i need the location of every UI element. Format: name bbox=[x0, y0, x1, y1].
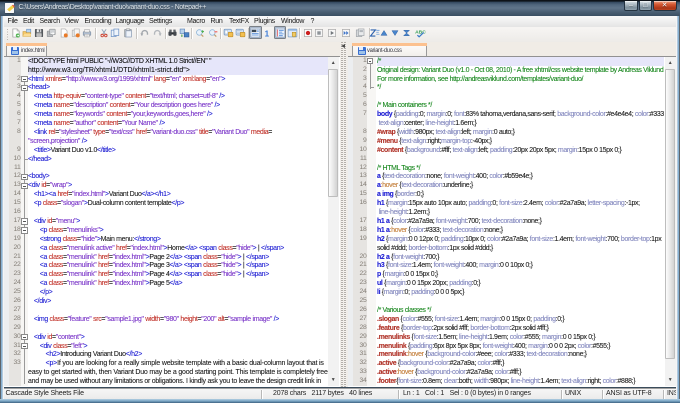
svg-text:1: 1 bbox=[265, 29, 270, 37]
svg-text:ABC: ABC bbox=[415, 29, 426, 35]
